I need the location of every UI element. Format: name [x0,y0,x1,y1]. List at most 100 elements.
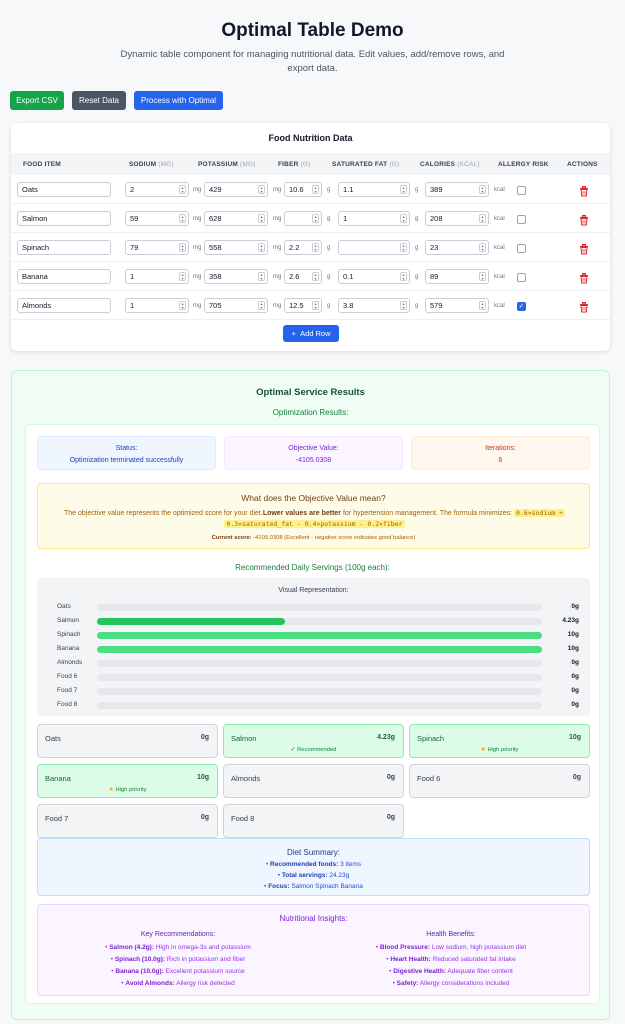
current-score: Current score: -4105.0308 (Excellent - n… [211,535,416,541]
table-row: Oats 2 ▴ ▾ mg 429 ▴ ▾ mg 10.6 ▴ ▾ g 1.1 ▴ ▾ g 389 ▴ ▾ kcal [11,175,610,204]
nutritional-insights: Nutritional Insights: Key Recommendation… [37,904,590,996]
bar-label: Banana [57,645,80,652]
sat-fat-input[interactable]: 1 ▴ ▾ [338,211,410,226]
food-name-input[interactable]: Banana [17,269,111,284]
food-name-input[interactable]: Almonds [17,298,111,313]
number-spinner[interactable]: ▴ ▾ [312,272,319,281]
number-spinner[interactable]: ▴ ▾ [479,214,486,223]
unit-label: mg [193,187,202,193]
number-spinner[interactable]: ▴ ▾ [258,243,265,252]
number-spinner[interactable]: ▴ ▾ [312,185,319,194]
serving-card-value: 0g [200,814,209,821]
serving-card: Food 7 0g [37,804,218,838]
iterations-label: Iterations: [485,445,516,452]
page-subtitle: Dynamic table component for managing nut… [120,49,505,74]
fiber-input[interactable]: 10.6 ▴ ▾ [284,182,322,197]
number-spinner[interactable]: ▴ ▾ [258,301,265,310]
calories-input[interactable]: 89 ▴ ▾ [425,269,489,284]
export-csv-button[interactable]: Export CSV [10,91,64,110]
potassium-input[interactable]: 558 ▴ ▾ [204,240,268,255]
diet-summary: Diet Summary: • Recommended foods: 3 ite… [37,838,590,896]
serving-card-value: 0g [572,774,581,781]
sodium-input[interactable]: 79 ▴ ▾ [125,240,189,255]
key-title: Key Recommendations: [140,931,216,938]
sodium-input[interactable]: 59 ▴ ▾ [125,211,189,226]
bar-value: 10g [567,645,579,652]
number-spinner[interactable]: ▴ ▾ [312,214,319,223]
number-spinner[interactable]: ▴ ▾ [179,243,186,252]
insight-item: • Blood Pressure: Low sodium, high potas… [375,944,527,951]
key-recommendations: Key Recommendations: • Salmon (4.2g): Hi… [58,931,298,990]
food-name-input[interactable]: Salmon [17,211,111,226]
add-row-button[interactable]: + Add Row [283,325,339,342]
serving-card-name: Banana [45,774,71,783]
allergy-checkbox[interactable] [517,244,526,253]
number-spinner[interactable]: ▴ ▾ [400,214,407,223]
bar-value: 4.23g [562,617,579,624]
potassium-input[interactable]: 705 ▴ ▾ [204,298,268,313]
allergy-checkbox[interactable]: ✓ [517,302,526,311]
calories-input[interactable]: 208 ▴ ▾ [425,211,489,226]
serving-card-value: 0g [386,774,395,781]
number-spinner[interactable]: ▴ ▾ [312,301,319,310]
fiber-input[interactable]: 12.5 ▴ ▾ [284,298,322,313]
bar-value: 0g [571,659,579,666]
sat-fat-input[interactable]: ▴ ▾ [338,240,410,255]
number-spinner[interactable]: ▴ ▾ [179,301,186,310]
reset-data-button[interactable]: Reset Data [72,91,126,110]
food-name-input[interactable]: Oats [17,182,111,197]
allergy-checkbox[interactable] [517,215,526,224]
plus-icon: + [291,329,296,338]
insight-item: • Banana (10.0g): Excellent potassium so… [111,968,245,975]
number-spinner[interactable]: ▴ ▾ [400,301,407,310]
sat-fat-input[interactable]: 1.1 ▴ ▾ [338,182,410,197]
fiber-input[interactable]: 2.2 ▴ ▾ [284,240,322,255]
number-spinner[interactable]: ▴ ▾ [400,243,407,252]
number-spinner[interactable]: ▴ ▾ [479,272,486,281]
number-spinner[interactable]: ▴ ▾ [312,243,319,252]
process-optimal-button[interactable]: Process with Optimal [134,91,223,110]
trash-icon[interactable] [579,242,589,255]
bar-label: Almonds [57,659,83,666]
trash-icon[interactable] [579,184,589,197]
number-spinner[interactable]: ▴ ▾ [179,185,186,194]
serving-card-value: 0g [200,734,209,741]
allergy-checkbox[interactable] [517,273,526,282]
unit-label: g [415,303,419,309]
number-spinner[interactable]: ▴ ▾ [400,272,407,281]
sodium-input[interactable]: 2 ▴ ▾ [125,182,189,197]
number-spinner[interactable]: ▴ ▾ [258,214,265,223]
calories-input[interactable]: 389 ▴ ▾ [425,182,489,197]
calories-input[interactable]: 579 ▴ ▾ [425,298,489,313]
unit-label: kcal [494,187,505,193]
number-spinner[interactable]: ▴ ▾ [479,243,486,252]
status-card: Status: Optimization terminated successf… [37,436,216,470]
food-name-input[interactable]: Spinach [17,240,111,255]
unit-label: mg [193,274,202,280]
potassium-input[interactable]: 358 ▴ ▾ [204,269,268,284]
allergy-checkbox[interactable] [517,186,526,195]
number-spinner[interactable]: ▴ ▾ [179,214,186,223]
potassium-input[interactable]: 429 ▴ ▾ [204,182,268,197]
number-spinner[interactable]: ▴ ▾ [400,185,407,194]
trash-icon[interactable] [579,213,589,226]
fiber-input[interactable]: 2.6 ▴ ▾ [284,269,322,284]
number-spinner[interactable]: ▴ ▾ [258,185,265,194]
unit-label: kcal [494,245,505,251]
bar-value: 0g [571,701,579,708]
fiber-input[interactable]: ▴ ▾ [284,211,322,226]
sat-fat-input[interactable]: 3.8 ▴ ▾ [338,298,410,313]
sodium-input[interactable]: 1 ▴ ▾ [125,298,189,313]
number-spinner[interactable]: ▴ ▾ [479,301,486,310]
potassium-input[interactable]: 628 ▴ ▾ [204,211,268,226]
number-spinner[interactable]: ▴ ▾ [258,272,265,281]
sat-fat-input[interactable]: 0.1 ▴ ▾ [338,269,410,284]
results-panel: Optimal Service Results Optimization Res… [11,370,610,1020]
number-spinner[interactable]: ▴ ▾ [179,272,186,281]
trash-icon[interactable] [579,300,589,313]
number-spinner[interactable]: ▴ ▾ [479,185,486,194]
nutrition-table-card: Food Nutrition Data FOOD ITEM SODIUM (MG… [11,123,610,351]
trash-icon[interactable] [579,271,589,284]
sodium-input[interactable]: 1 ▴ ▾ [125,269,189,284]
calories-input[interactable]: 23 ▴ ▾ [425,240,489,255]
